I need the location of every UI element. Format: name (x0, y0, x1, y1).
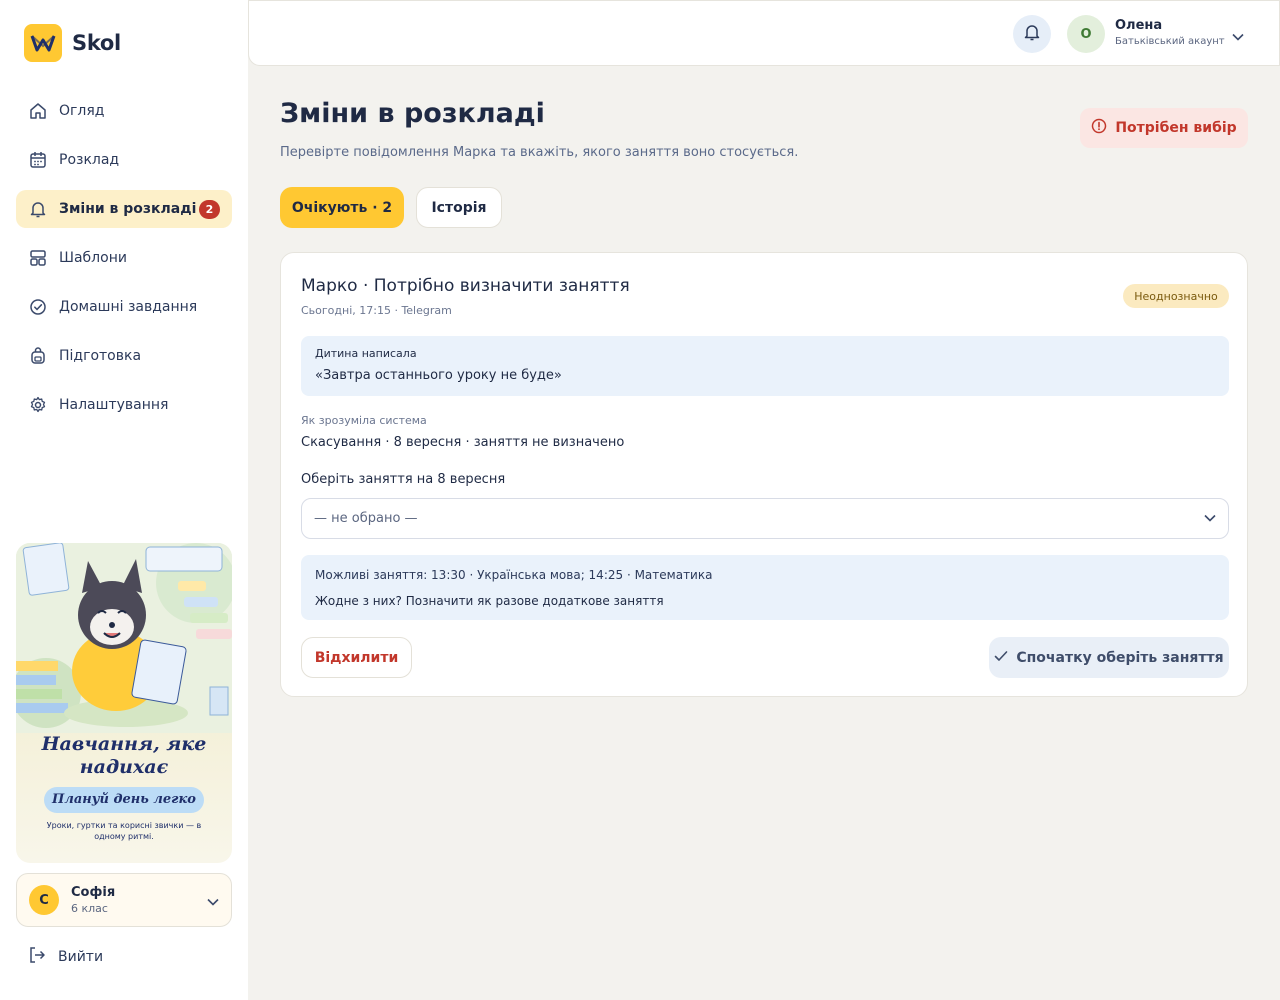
bell-icon (1023, 23, 1041, 45)
tab-history[interactable]: Історія (416, 187, 502, 228)
page-title: Зміни в розкладі (280, 98, 545, 129)
confirm-button[interactable]: Спочатку оберіть заняття (989, 637, 1229, 678)
sidebar-item-label: Налаштування (59, 397, 169, 413)
message-label: Дитина написала (315, 347, 417, 360)
notification-count-badge: 2 (199, 199, 220, 219)
sidebar-item-label: Зміни в розкладі (59, 201, 197, 217)
message-text: «Завтра останнього уроку не буде» (315, 368, 562, 383)
promo-pill: Плануй день легко (44, 787, 204, 813)
ambiguity-badge: Неоднозначно (1123, 284, 1229, 308)
backpack-icon (28, 346, 48, 366)
system-interpretation-text: Скасування · 8 вересня · заняття не визн… (301, 435, 625, 450)
lesson-select[interactable]: — не обрано — (301, 498, 1229, 539)
status-badge[interactable]: Потрібен вибір (1080, 108, 1248, 148)
top-header: О Олена Батьківський акаунт (248, 0, 1280, 66)
promo-title: Навчання, яке надихає (41, 733, 207, 778)
sidebar-item-preparation[interactable]: Підготовка (16, 337, 232, 375)
chevron-down-icon (207, 891, 219, 910)
child-grade: 6 клас (71, 902, 108, 915)
app-logo[interactable]: Skol (24, 24, 121, 62)
avatar[interactable]: О (1067, 15, 1105, 53)
sidebar-item-label: Шаблони (59, 250, 127, 266)
reject-button[interactable]: Відхилити (301, 637, 412, 678)
home-icon (28, 101, 48, 121)
sidebar-item-label: Розклад (59, 152, 120, 168)
sidebar-item-settings[interactable]: Налаштування (16, 386, 232, 424)
templates-icon (28, 248, 48, 268)
app-name: Skol (72, 31, 121, 55)
possible-lessons-box: Можливі заняття: 13:30 · Українська мова… (301, 555, 1229, 620)
child-profile-info: Софія 6 клас (71, 885, 115, 915)
logo-icon (24, 24, 62, 62)
bell-icon (28, 199, 48, 219)
sidebar: Skol Огляд Розклад Зміни в розкладі 2 Ша… (0, 0, 248, 1000)
tab-pending[interactable]: Очікують · 2 (280, 187, 404, 228)
page-subtitle: Перевірте повідомлення Марка та вкажіть,… (280, 145, 799, 160)
logout-icon (28, 946, 46, 968)
promo-subtitle: Уроки, гуртки та корисні звички — в одно… (46, 821, 202, 841)
gear-icon (28, 395, 48, 415)
sidebar-item-label: Підготовка (59, 348, 142, 364)
logout-label: Вийти (58, 949, 104, 965)
lesson-select-label: Оберіть заняття на 8 вересня (301, 472, 506, 487)
sidebar-item-label: Домашні завдання (59, 299, 198, 315)
check-circle-icon (28, 297, 48, 317)
sidebar-item-schedule[interactable]: Розклад (16, 141, 232, 179)
avatar: С (29, 885, 59, 915)
sidebar-item-label: Огляд (59, 103, 105, 119)
card-title: Марко · Потрібно визначити заняття (301, 276, 630, 296)
promo-banner: Навчання, яке надихає Плануй день легко … (16, 543, 232, 863)
logout-button[interactable]: Вийти (28, 946, 103, 968)
schedule-change-card: Марко · Потрібно визначити заняття Сього… (280, 252, 1248, 697)
chevron-down-icon[interactable] (1232, 26, 1244, 45)
child-name: Софія (71, 885, 116, 900)
system-interpretation-label: Як зрозуміла система (301, 414, 427, 427)
chevron-down-icon (1204, 511, 1216, 526)
user-name: Олена (1115, 18, 1163, 33)
sidebar-item-schedule-changes[interactable]: Зміни в розкладі 2 (16, 190, 232, 228)
mark-extra-lesson-link[interactable]: Жодне з них? Позначити як разове додатко… (315, 594, 664, 608)
sidebar-nav: Огляд Розклад Зміни в розкладі 2 Шаблони… (16, 92, 232, 435)
possible-lessons-text: Можливі заняття: 13:30 · Українська мова… (315, 568, 713, 582)
promo-illustration (16, 543, 232, 733)
child-profile-switcher[interactable]: С Софія 6 клас (16, 873, 232, 927)
check-icon (994, 650, 1008, 666)
confirm-button-label: Спочатку оберіть заняття (1016, 649, 1224, 666)
sidebar-item-templates[interactable]: Шаблони (16, 239, 232, 277)
user-menu[interactable]: Олена Батьківський акаунт (1115, 18, 1225, 47)
user-role: Батьківський акаунт (1115, 36, 1225, 47)
notifications-button[interactable] (1013, 15, 1051, 53)
child-message-box: Дитина написала «Завтра останнього уроку… (301, 336, 1229, 396)
alert-circle-icon (1091, 118, 1107, 138)
sidebar-item-homework[interactable]: Домашні завдання (16, 288, 232, 326)
sidebar-item-overview[interactable]: Огляд (16, 92, 232, 130)
card-meta: Сьогодні, 17:15 · Telegram (301, 304, 452, 317)
status-badge-label: Потрібен вибір (1115, 120, 1237, 136)
lesson-select-value: — не обрано — (314, 511, 418, 526)
calendar-icon (28, 150, 48, 170)
